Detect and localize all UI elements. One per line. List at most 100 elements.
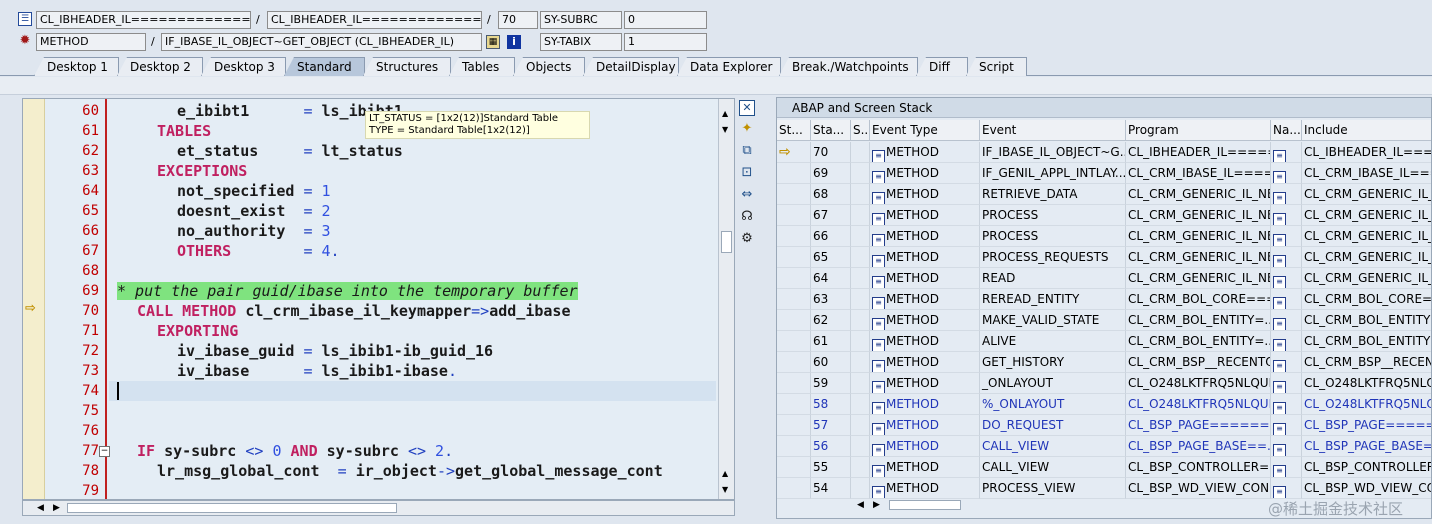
navigate-icon[interactable]: ≡ [1273,360,1286,372]
navigate-icon[interactable]: ≡ [1273,234,1286,246]
navigate-icon[interactable]: ≡ [1273,150,1286,162]
scroll-right-icon[interactable]: ▶ [873,498,880,512]
navigate-icon[interactable]: ≡ [1273,213,1286,225]
scroll-left-icon[interactable]: ◀ [37,501,44,515]
column-header[interactable]: Na... [1271,120,1302,141]
stack-row[interactable]: 69 ≡ METHOD IF_GENIL_APPL_INTLAY... CL_CRM_I… [777,163,1431,184]
editor-vertical-scrollbar[interactable]: ▲ ▼ ▲ ▼ [718,99,734,499]
navigate-icon[interactable]: ≡ [1273,276,1286,288]
stack-row[interactable]: 58≡METHOD%_ONLAYOUTCL_O248LKTFRQ5NLQUR..… [777,394,1431,415]
stack-row[interactable]: 59≡METHOD_ONLAYOUTCL_O248LKTFRQ5NLQUR...… [777,373,1431,394]
program-cell: CL_CRM_BOL_ENTITY=... [1126,310,1271,331]
scroll-up-icon[interactable]: ▲ [722,109,728,118]
tab-data-explorer[interactable]: Data Explorer [677,57,781,76]
program-field[interactable]: CL_IBHEADER_IL===============... [36,11,251,29]
navigate-icon[interactable]: ≡ [1273,444,1286,456]
display-icon[interactable]: ▦ [486,35,500,49]
column-header[interactable]: Event [980,120,1126,141]
tab-structures[interactable]: Structures [363,57,451,76]
include-cell: CL_CRM_IBASE_IL==== [1302,163,1431,184]
navigate-icon[interactable]: ≡ [1273,255,1286,267]
code-line: iv_ibase = ls_ibib1-ibase. [177,362,457,380]
stack-row[interactable]: 54 ≡ METHOD PROCESS_VIEW CL_BSP_WD_VIEW_CON.… [777,478,1431,499]
code-area[interactable]: e_ibibt1 = ls_ibibt1 TABLES et_status = … [109,99,716,499]
scroll-thumb[interactable] [67,503,397,513]
scroll-up-icon[interactable]: ▲ [722,469,728,478]
scroll-thumb[interactable] [889,500,961,510]
tab-detaildisplay[interactable]: DetailDisplay [583,57,679,76]
stack-row[interactable]: 60 ≡ METHOD GET_HISTORY CL_CRM_BSP__RECENTO.… [777,352,1431,373]
cell-text: CL_BSP_WD_VIEW_CON... [1128,481,1271,495]
include-field[interactable]: CL_IBHEADER_IL===============... [267,11,482,29]
stack-row[interactable]: 63≡METHODREREAD_ENTITYCL_CRM_BOL_CORE===… [777,289,1431,310]
expand-icon[interactable]: ⊡ [739,165,755,181]
navigate-icon[interactable]: ≡ [1273,192,1286,204]
close-icon[interactable]: ✕ [739,100,755,116]
resize-icon[interactable]: ⇔ [739,187,755,203]
new-icon[interactable]: ✦ [739,121,755,137]
tree-icon[interactable]: ⚙ [739,231,755,247]
line-number: 62 [82,143,99,159]
stack-row[interactable]: 66 ≡ METHOD PROCESS CL_CRM_GENERIC_IL_NE... ≡… [777,226,1431,247]
navigate-icon[interactable]: ≡ [1273,297,1286,309]
stack-row[interactable]: ⇨ 70 ≡ METHOD IF_IBASE_IL_OBJECT~G... CL_IBHE… [777,142,1431,163]
tab-diff[interactable]: Diff [916,57,968,76]
breakpoint-gutter[interactable]: ⇨ [23,99,45,499]
scroll-down-icon[interactable]: ▼ [722,485,728,494]
stack-row[interactable]: 65 ≡ METHOD PROCESS_REQUESTS CL_CRM_GENERIC_… [777,247,1431,268]
cell-text: CL_BSP_PAGE_BASE==... [1128,439,1271,453]
cell-text: CL_IBHEADER_IL==== [1304,145,1432,159]
tab-break-watchpoints[interactable]: Break./Watchpoints [779,57,918,76]
navigate-icon[interactable]: ≡ [1273,402,1286,414]
source-editor[interactable]: ⇨ 60 61 62 63 64 65 66 67 68 69 70 71 72… [22,98,735,500]
info-icon[interactable]: i [507,35,521,49]
tab-objects[interactable]: Objects [513,57,585,76]
separator: / [256,13,260,26]
navigate-icon[interactable]: ≡ [1273,381,1286,393]
column-header[interactable]: Event Type [870,120,980,141]
tab-standard[interactable]: Standard [284,57,365,76]
stack-row[interactable]: 55 ≡ METHOD CALL_VIEW CL_BSP_CONTROLLER=... ≡… [777,457,1431,478]
navigate-icon[interactable]: ≡ [1273,171,1286,183]
navigate-icon[interactable]: ≡ [1273,339,1286,351]
stack-row[interactable]: 56 ≡ METHOD CALL_VIEW CL_BSP_PAGE_BASE==... ≡… [777,436,1431,457]
column-header[interactable]: St... [777,120,811,141]
variable-name-field[interactable]: SY-SUBRC [540,11,622,29]
variable-value-field-2[interactable]: 1 [624,33,707,51]
stack-row[interactable]: 62 ≡ METHOD MAKE_VALID_STATE CL_CRM_BOL_ENTI… [777,310,1431,331]
line-field[interactable]: 70 [498,11,538,29]
cell-text: 61 [813,334,829,348]
column-header[interactable]: Include [1302,120,1431,141]
tab-desktop-2[interactable]: Desktop 2 [117,57,203,76]
tab-tables[interactable]: Tables [449,57,515,76]
editor-horizontal-scrollbar[interactable]: ◀ ▶ [22,500,735,516]
scroll-left-icon[interactable]: ◀ [857,498,864,512]
stack-row[interactable]: 68 ≡ METHOD RETRIEVE_DATA CL_CRM_GENERIC_IL_… [777,184,1431,205]
navigate-icon[interactable]: ≡ [1273,423,1286,435]
column-header[interactable]: S... [851,120,870,141]
stack-row[interactable]: 67 ≡ METHOD PROCESS CL_CRM_GENERIC_IL_NE... ≡… [777,205,1431,226]
event-type-field[interactable]: METHOD [36,33,146,51]
scroll-thumb[interactable] [721,231,732,253]
tab-script[interactable]: Script [966,57,1027,76]
stack-row[interactable]: 64 ≡ METHOD READ CL_CRM_GENERIC_IL_NE... ≡ CL_… [777,268,1431,289]
navigate-cell: ≡ [1271,205,1302,226]
column-header[interactable]: Program [1126,120,1271,141]
headset-icon[interactable]: ☊ [739,209,755,225]
variable-value-field[interactable]: 0 [624,11,707,29]
variable-name-field-2[interactable]: SY-TABIX [540,33,622,51]
cell-text: CL_O248LKTFRQ5NLQUR... [1128,397,1270,411]
navigate-icon[interactable]: ≡ [1273,465,1286,477]
stack-row[interactable]: 61 ≡ METHOD ALIVE CL_CRM_BOL_ENTITY=... ≡ CL_C… [777,331,1431,352]
stack-row[interactable]: 57 ≡ METHOD DO_REQUEST CL_BSP_PAGE======... ≡… [777,415,1431,436]
column-header[interactable]: Sta... [811,120,851,141]
navigate-icon[interactable]: ≡ [1273,318,1286,330]
cell-text: CL_CRM_GENERIC_IL_N [1304,187,1432,201]
event-field[interactable]: IF_IBASE_IL_OBJECT~GET_OBJECT (CL_IBHEAD… [161,33,482,51]
scroll-down-icon[interactable]: ▼ [722,125,728,134]
tab-desktop-1[interactable]: Desktop 1 [34,57,119,76]
tab-desktop-3[interactable]: Desktop 3 [201,57,286,76]
include-cell: CL_IBHEADER_IL==== [1302,142,1432,163]
scroll-right-icon[interactable]: ▶ [53,501,60,515]
copy-icon[interactable]: ⧉ [739,143,755,159]
